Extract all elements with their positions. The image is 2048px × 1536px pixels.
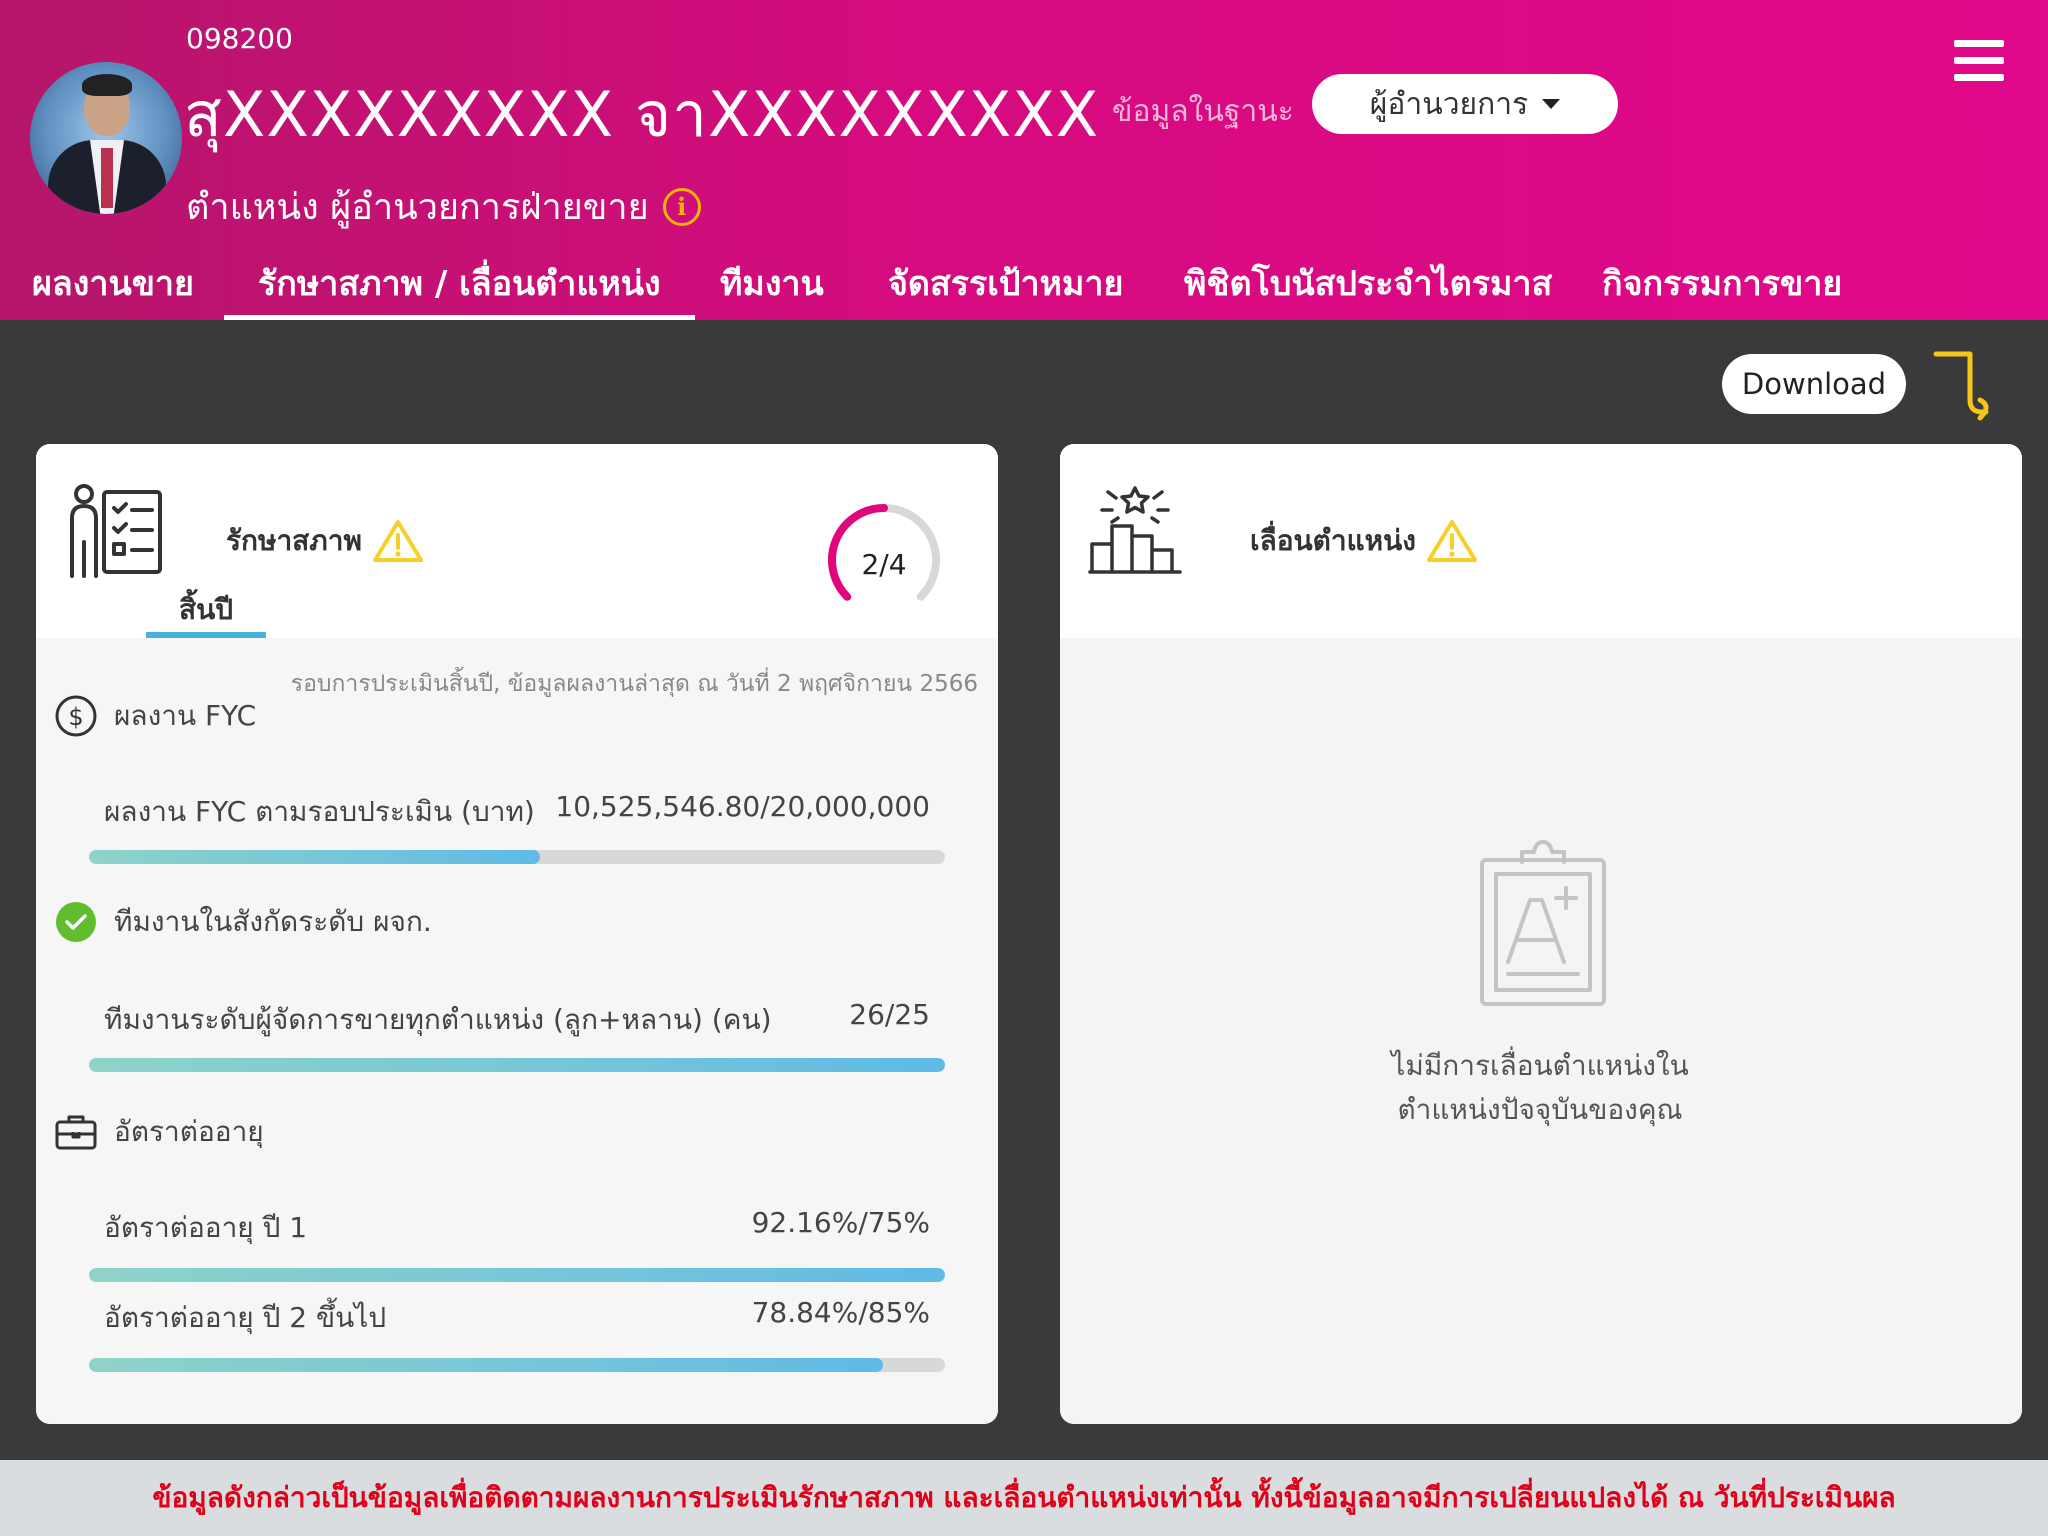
position-line: ตำแหน่ง ผู้อำนวยการฝ่ายขาย i <box>186 178 701 235</box>
fyc-metric-label: ผลงาน FYC ตามรอบประเมิน (บาท) <box>104 795 535 828</box>
tab-retention-promotion[interactable]: รักษาสภาพ / เลื่อนตำแหน่ง <box>224 256 695 320</box>
no-promotion-message: ไม่มีการเลื่อนตำแหน่งใน ตำแหน่งปัจจุบันข… <box>1240 1044 1840 1132</box>
download-button[interactable]: Download <box>1722 354 1906 414</box>
podium-star-icon <box>1088 486 1182 574</box>
tab-target-allocation[interactable]: จัดสรรเป้าหมาย <box>888 256 1123 320</box>
role-label: ข้อมูลในฐานะ <box>1112 94 1294 129</box>
agent-code: 098200 <box>186 22 293 55</box>
section-renewal-title: อัตราต่ออายุ <box>114 1115 264 1148</box>
tab-quarterly-bonus[interactable]: พิชิตโบนัสประจำไตรมาส <box>1184 256 1552 320</box>
section-fyc: $ ผลงาน FYC <box>54 694 256 738</box>
tab-sales-activities[interactable]: กิจกรรมการขาย <box>1602 256 1842 320</box>
team-metric-label: ทีมงานระดับผู้จัดการขายทุกตำแหน่ง (ลูก+ห… <box>104 1003 772 1036</box>
dollar-icon: $ <box>55 695 97 737</box>
hamburger-menu-icon[interactable] <box>1954 40 2004 82</box>
disclaimer-bar: ข้อมูลดังกล่าวเป็นข้อมูลเพื่อติดตามผลงาน… <box>0 1460 2048 1536</box>
retention-title-row: รักษาสภาพ <box>226 518 424 564</box>
renewal-y1-progress-bar <box>89 1268 945 1282</box>
renewal-y2-progress-bar <box>89 1358 945 1372</box>
retention-card: รักษาสภาพ 2/4 สิ้นปี รอบการประเมินสิ้นปี… <box>36 444 998 1424</box>
promotion-title-row: เลื่อนตำแหน่ง <box>1250 518 1478 564</box>
section-fyc-title: ผลงาน FYC <box>114 699 257 732</box>
retention-gauge-value: 2/4 <box>861 548 907 581</box>
checklist-person-icon <box>70 484 162 578</box>
clipboard-grade-icon <box>1480 840 1606 1006</box>
warning-icon[interactable] <box>372 518 424 564</box>
header-bar: 098200 สุXXXXXXXXX จาXXXXXXXXX ข้อมูลในฐ… <box>0 0 2048 320</box>
warning-icon[interactable] <box>1426 518 1478 564</box>
position-text: ตำแหน่ง ผู้อำนวยการฝ่ายขาย <box>186 187 649 228</box>
promotion-title: เลื่อนตำแหน่ง <box>1250 524 1416 557</box>
role-dropdown[interactable]: ผู้อำนวยการ <box>1312 74 1618 134</box>
renewal-y1-value: 92.16%/75% <box>751 1206 930 1239</box>
section-renewal: อัตราต่ออายุ <box>54 1110 264 1154</box>
tab-team[interactable]: ทีมงาน <box>720 256 824 320</box>
no-promotion-line-2: ตำแหน่งปัจจุบันของคุณ <box>1397 1093 1683 1126</box>
retention-title: รักษาสภาพ <box>226 524 362 557</box>
agent-name: สุXXXXXXXXX จาXXXXXXXXX <box>184 78 1100 151</box>
tab-sales-performance[interactable]: ผลงานขาย <box>32 256 194 320</box>
renewal-y1-label: อัตราต่ออายุ ปี 1 <box>104 1211 308 1244</box>
team-progress-bar <box>89 1058 945 1072</box>
fyc-metric-value: 10,525,546.80/20,000,000 <box>555 790 930 823</box>
info-icon[interactable]: i <box>662 187 701 226</box>
download-arrow-icon[interactable] <box>1930 348 2004 422</box>
tab-year-end[interactable]: สิ้นปี <box>146 588 266 632</box>
section-team-title: ทีมงานในสังกัดระดับ ผจก. <box>114 905 432 938</box>
team-metric-value: 26/25 <box>849 998 930 1031</box>
check-circle-icon <box>56 902 96 942</box>
avatar <box>30 62 182 214</box>
promotion-details <box>1060 638 2022 1424</box>
main-tabs: ผลงานขาย รักษาสภาพ / เลื่อนตำแหน่ง ทีมงา… <box>0 256 2048 320</box>
disclaimer-text: ข้อมูลดังกล่าวเป็นข้อมูลเพื่อติดตามผลงาน… <box>152 1481 1896 1514</box>
renewal-y2-label: อัตราต่ออายุ ปี 2 ขึ้นไป <box>104 1301 387 1334</box>
renewal-y2-value: 78.84%/85% <box>751 1296 930 1329</box>
briefcase-icon <box>55 1115 97 1150</box>
section-team: ทีมงานในสังกัดระดับ ผจก. <box>54 900 432 944</box>
evaluation-round-note: รอบการประเมินสิ้นปี, ข้อมูลผลงานล่าสุด ณ… <box>290 671 978 697</box>
svg-text:$: $ <box>68 703 83 731</box>
promotion-card: เลื่อนตำแหน่ง ไม่มีการเลื่อนตำแหน่งใน ตำ… <box>1060 444 2022 1424</box>
caret-down-icon <box>1542 99 1561 109</box>
no-promotion-line-1: ไม่มีการเลื่อนตำแหน่งใน <box>1391 1049 1689 1082</box>
fyc-progress-bar <box>89 850 945 864</box>
role-dropdown-value: ผู้อำนวยการ <box>1369 86 1529 122</box>
